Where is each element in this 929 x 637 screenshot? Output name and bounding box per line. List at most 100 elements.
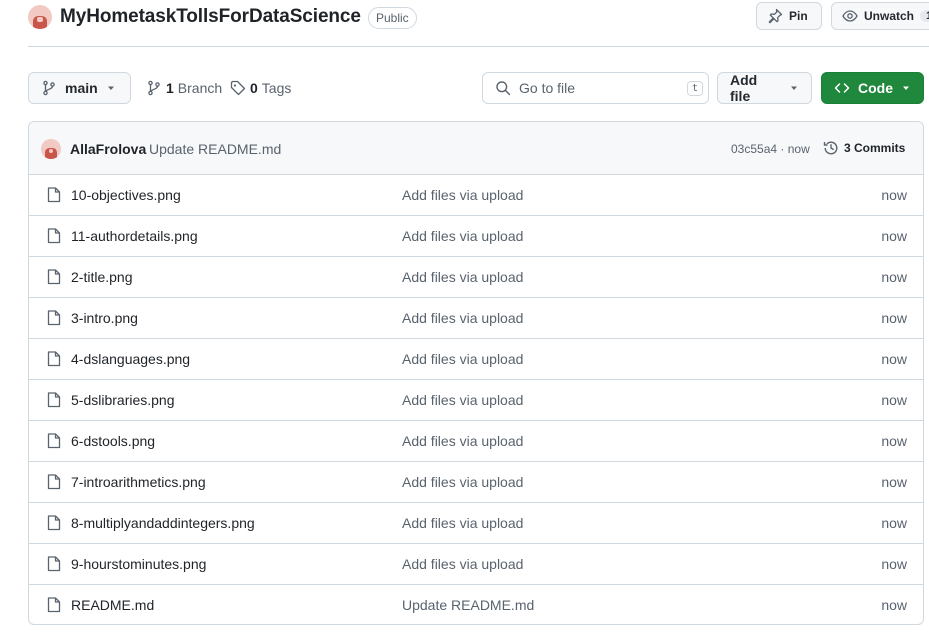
tag-icon	[230, 80, 246, 96]
file-commit-message[interactable]: Add files via upload	[402, 433, 523, 449]
caret-down-icon	[106, 83, 116, 93]
file-commit-message[interactable]: Add files via upload	[402, 556, 523, 572]
file-row[interactable]: 4-dslanguages.png Add files via upload now	[29, 339, 923, 380]
file-name-link[interactable]: README.md	[71, 597, 154, 613]
file-row[interactable]: 9-hourstominutes.png Add files via upload…	[29, 544, 923, 585]
add-file-label: Add file	[730, 72, 758, 104]
file-row[interactable]: 7-introarithmetics.png Add files via uplo…	[29, 462, 923, 503]
file-commit-message[interactable]: Add files via upload	[402, 515, 523, 531]
file-commit-time: now	[881, 228, 907, 244]
commits-label: 3 Commits	[844, 141, 906, 155]
file-name-link[interactable]: 7-introarithmetics.png	[71, 474, 206, 490]
file-name-link[interactable]: 2-title.png	[71, 269, 132, 285]
file-icon	[47, 515, 61, 531]
commit-author[interactable]: AllaFrolova	[70, 141, 146, 157]
file-icon	[47, 597, 61, 613]
file-commit-message[interactable]: Update README.md	[402, 597, 534, 613]
commit-hash[interactable]: 03c55a4	[731, 142, 777, 156]
repo-title[interactable]: MyHometaskTollsForDataScience	[60, 6, 361, 28]
file-name-link[interactable]: 4-dslanguages.png	[71, 351, 190, 367]
go-to-file-input[interactable]	[519, 80, 679, 96]
branch-icon	[41, 80, 57, 96]
file-commit-time: now	[881, 310, 907, 326]
file-icon	[47, 392, 61, 408]
file-name-link[interactable]: 3-intro.png	[71, 310, 138, 326]
file-commit-time: now	[881, 474, 907, 490]
repo-header: MyHometaskTollsForDataScience Public Pin…	[0, 0, 929, 48]
pin-button[interactable]: Pin	[756, 2, 822, 30]
commit-time: now	[787, 142, 810, 156]
file-browser: AllaFrolova Update README.md 03c55a4 · n…	[28, 121, 924, 625]
file-row[interactable]: 8-multiplyandaddintegers.png Add files vi…	[29, 503, 923, 544]
file-commit-time: now	[881, 351, 907, 367]
add-file-button[interactable]: Add file	[717, 72, 812, 104]
commit-message[interactable]: Update README.md	[149, 141, 281, 157]
file-row[interactable]: 2-title.png Add files via upload now	[29, 257, 923, 298]
file-commit-time: now	[881, 269, 907, 285]
file-row[interactable]: 5-dslibraries.png Add files via upload now	[29, 380, 923, 421]
file-row[interactable]: 10-objectives.png Add files via upload now	[29, 175, 923, 216]
go-to-file-search[interactable]: t	[482, 72, 709, 104]
file-icon	[47, 474, 61, 490]
file-row[interactable]: README.md Update README.md now	[29, 585, 923, 624]
file-commit-time: now	[881, 392, 907, 408]
watch-count: 1	[920, 10, 929, 22]
file-commit-message[interactable]: Add files via upload	[402, 269, 523, 285]
code-icon	[834, 80, 850, 96]
caret-down-icon	[789, 83, 799, 93]
file-name-link[interactable]: 11-authordetails.png	[71, 228, 198, 244]
file-commit-message[interactable]: Add files via upload	[402, 392, 523, 408]
file-row[interactable]: 3-intro.png Add files via upload now	[29, 298, 923, 339]
file-icon	[47, 187, 61, 203]
file-commit-time: now	[881, 597, 907, 613]
branches-label: Branch	[177, 80, 223, 96]
file-name-link[interactable]: 5-dslibraries.png	[71, 392, 175, 408]
latest-commit-bar: AllaFrolova Update README.md 03c55a4 · n…	[29, 122, 923, 175]
file-commit-time: now	[881, 433, 907, 449]
branches-link[interactable]: 1 Branch	[146, 80, 222, 96]
commit-author-avatar[interactable]	[41, 139, 61, 159]
visibility-badge: Public	[368, 7, 417, 29]
branch-icon	[146, 80, 162, 96]
file-commit-time: now	[881, 187, 907, 203]
file-icon	[47, 433, 61, 449]
owner-avatar[interactable]	[28, 5, 52, 29]
file-commit-message[interactable]: Add files via upload	[402, 310, 523, 326]
tags-label: Tags	[261, 80, 292, 96]
file-commit-message[interactable]: Add files via upload	[402, 228, 523, 244]
file-name-link[interactable]: 8-multiplyandaddintegers.png	[71, 515, 255, 531]
eye-icon	[842, 8, 858, 24]
file-commit-time: now	[881, 515, 907, 531]
commits-link[interactable]: 3 Commits	[823, 140, 905, 156]
file-row[interactable]: 11-authordetails.png Add files via upload…	[29, 216, 923, 257]
code-button[interactable]: Code	[821, 72, 924, 104]
tags-link[interactable]: 0 Tags	[230, 80, 291, 96]
branch-select-button[interactable]: main	[28, 72, 131, 104]
pin-label: Pin	[789, 9, 808, 23]
file-name-link[interactable]: 10-objectives.png	[71, 187, 181, 203]
pin-icon	[767, 8, 783, 24]
file-commit-message[interactable]: Add files via upload	[402, 474, 523, 490]
unwatch-label: Unwatch	[864, 9, 915, 23]
header-divider	[28, 46, 929, 47]
file-row[interactable]: 6-dstools.png Add files via upload now	[29, 421, 923, 462]
caret-down-icon	[901, 83, 911, 93]
file-icon	[47, 228, 61, 244]
file-commit-message[interactable]: Add files via upload	[402, 351, 523, 367]
unwatch-button[interactable]: Unwatch 1	[831, 2, 929, 30]
file-name-link[interactable]: 9-hourstominutes.png	[71, 556, 206, 572]
file-icon	[47, 556, 61, 572]
file-icon	[47, 351, 61, 367]
file-name-link[interactable]: 6-dstools.png	[71, 433, 155, 449]
commit-meta: 03c55a4 · now	[731, 142, 810, 156]
branches-count: 1	[166, 80, 174, 96]
file-icon	[47, 269, 61, 285]
tags-count: 0	[250, 80, 258, 96]
history-icon	[823, 140, 839, 156]
file-commit-message[interactable]: Add files via upload	[402, 187, 523, 203]
file-commit-time: now	[881, 556, 907, 572]
shortcut-key: t	[687, 80, 704, 96]
search-icon	[495, 80, 511, 96]
branch-name: main	[65, 80, 98, 96]
file-icon	[47, 310, 61, 326]
